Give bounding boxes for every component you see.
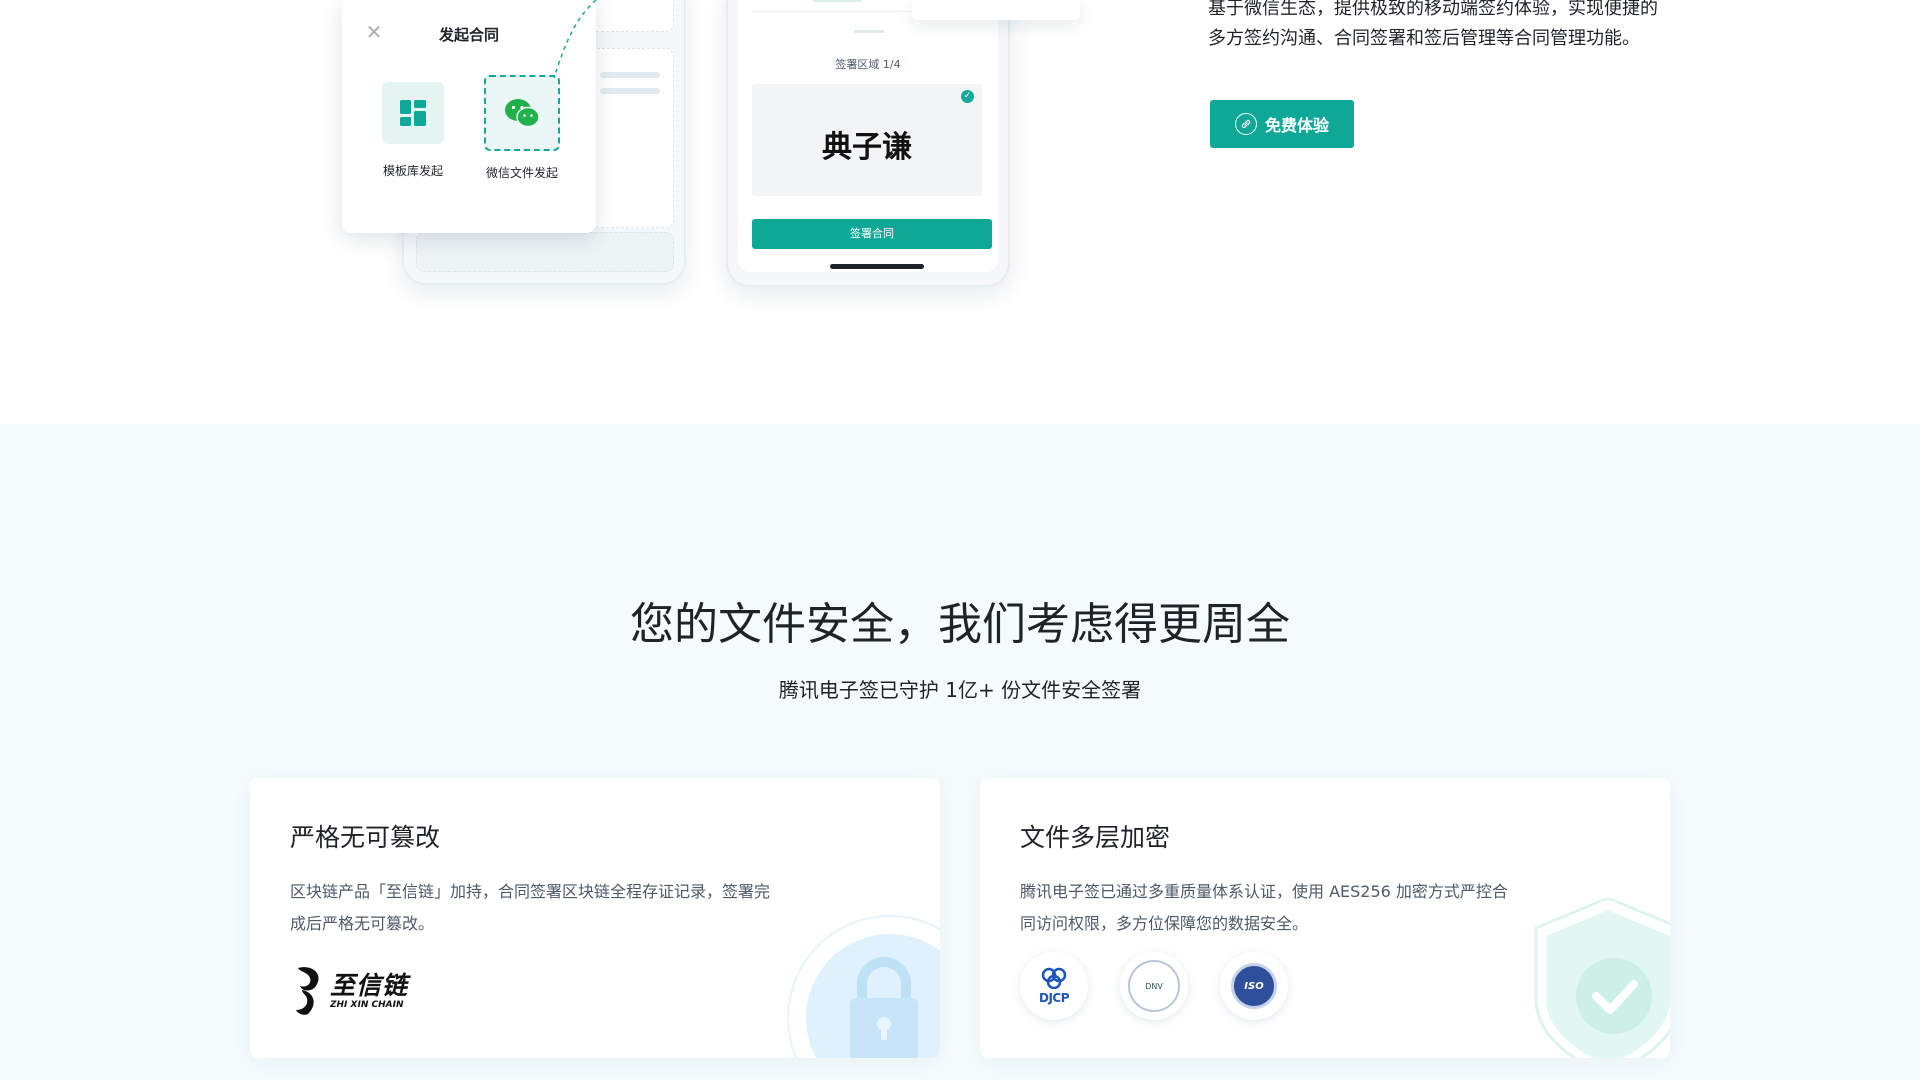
free-trial-button[interactable]: 免费体验 [1210, 100, 1354, 148]
wechat-icon [484, 75, 560, 151]
dnv-badge-icon: DNV [1120, 952, 1188, 1020]
phone-mockup-right: 签署区域 1/4 典子谦 ✓ 签署合同 [726, 0, 1010, 287]
certification-badges: DJCP DNV ISO [1020, 952, 1288, 1020]
card-title: 文件多层加密 [1020, 823, 1171, 852]
zhixin-chain-mark-icon [296, 967, 319, 1015]
sign-contract-button[interactable]: 签署合同 [752, 219, 992, 249]
iso-badge-icon: ISO [1220, 952, 1288, 1020]
dnv-label: DNV [1145, 981, 1163, 991]
phone-screen: 签署区域 1/4 典子谦 ✓ 签署合同 [738, 0, 998, 272]
logo-english-text: ZHI XIN CHAIN [330, 1000, 404, 1010]
template-library-option[interactable]: 模板库发起 [374, 82, 452, 179]
djcp-label: DJCP [1038, 991, 1070, 1005]
link-icon [1234, 113, 1257, 135]
djcp-badge-icon: DJCP [1020, 952, 1088, 1020]
iso-label: ISO [1244, 980, 1264, 992]
security-section: 您的文件安全，我们考虑得更周全 腾讯电子签已守护 1亿+ 份文件安全签署 严格无… [0, 424, 1920, 1080]
floating-card [912, 0, 1080, 20]
shield-check-icon [1534, 898, 1670, 1058]
wechat-file-option[interactable]: 微信文件发起 [483, 75, 561, 181]
free-trial-label: 免费体验 [1264, 116, 1329, 135]
signature-tag [812, 0, 862, 2]
placeholder-footer [416, 232, 674, 272]
section-subtitle: 腾讯电子签已守护 1亿+ 份文件安全签署 [778, 678, 1142, 702]
encryption-card: 文件多层加密 腾讯电子签已通过多重质量体系认证，使用 AES256 加密方式严控… [980, 778, 1670, 1058]
tamper-proof-card: 严格无可篡改 区块链产品「至信链」加持，合同签署区块链全程存证记录，签署完成后严… [250, 778, 940, 1058]
zhixin-chain-logo: 至信链 ZHI XIN CHAIN [290, 964, 408, 1018]
section-title: 您的文件安全，我们考虑得更周全 [630, 599, 1290, 650]
sign-area-label: 签署区域 1/4 [835, 58, 901, 71]
option-label: 模板库发起 [382, 164, 443, 178]
card-description: 腾讯电子签已通过多重质量体系认证，使用 AES256 加密方式严控合同访问权限，… [1020, 882, 1508, 933]
template-grid-icon [382, 82, 444, 144]
card-title: 严格无可篡改 [290, 823, 441, 852]
dashed-connector-line [553, 0, 597, 79]
lock-icon [787, 915, 940, 1058]
home-indicator [830, 264, 924, 269]
signature-text: 典子谦 [822, 130, 912, 165]
product-showcase-section: ✕ 发起合同 模板库发起 微信文件发起 签署区域 1/4 典子谦 ✓ 签署合同 … [0, 0, 1920, 424]
check-icon: ✓ [961, 90, 974, 103]
logo-chinese-text: 至信链 [330, 971, 409, 1000]
drag-handle [854, 30, 884, 33]
description-line: 多方签约沟通、合同签署和签后管理等合同管理功能。 [1208, 28, 1640, 49]
option-label: 微信文件发起 [485, 166, 558, 180]
feature-description: 基于微信生态，提供极致的移动端签约体验，实现便捷的 多方签约沟通、合同签署和签后… [1208, 0, 1688, 54]
card-description: 区块链产品「至信链」加持，合同签署区块链全程存证记录，签署完成后严格无可篡改。 [290, 882, 771, 933]
description-line: 基于微信生态，提供极致的移动端签约体验，实现便捷的 [1208, 0, 1658, 19]
signature-box[interactable]: 典子谦 ✓ [752, 84, 982, 196]
placeholder-line [600, 72, 660, 78]
placeholder-line [600, 88, 660, 94]
